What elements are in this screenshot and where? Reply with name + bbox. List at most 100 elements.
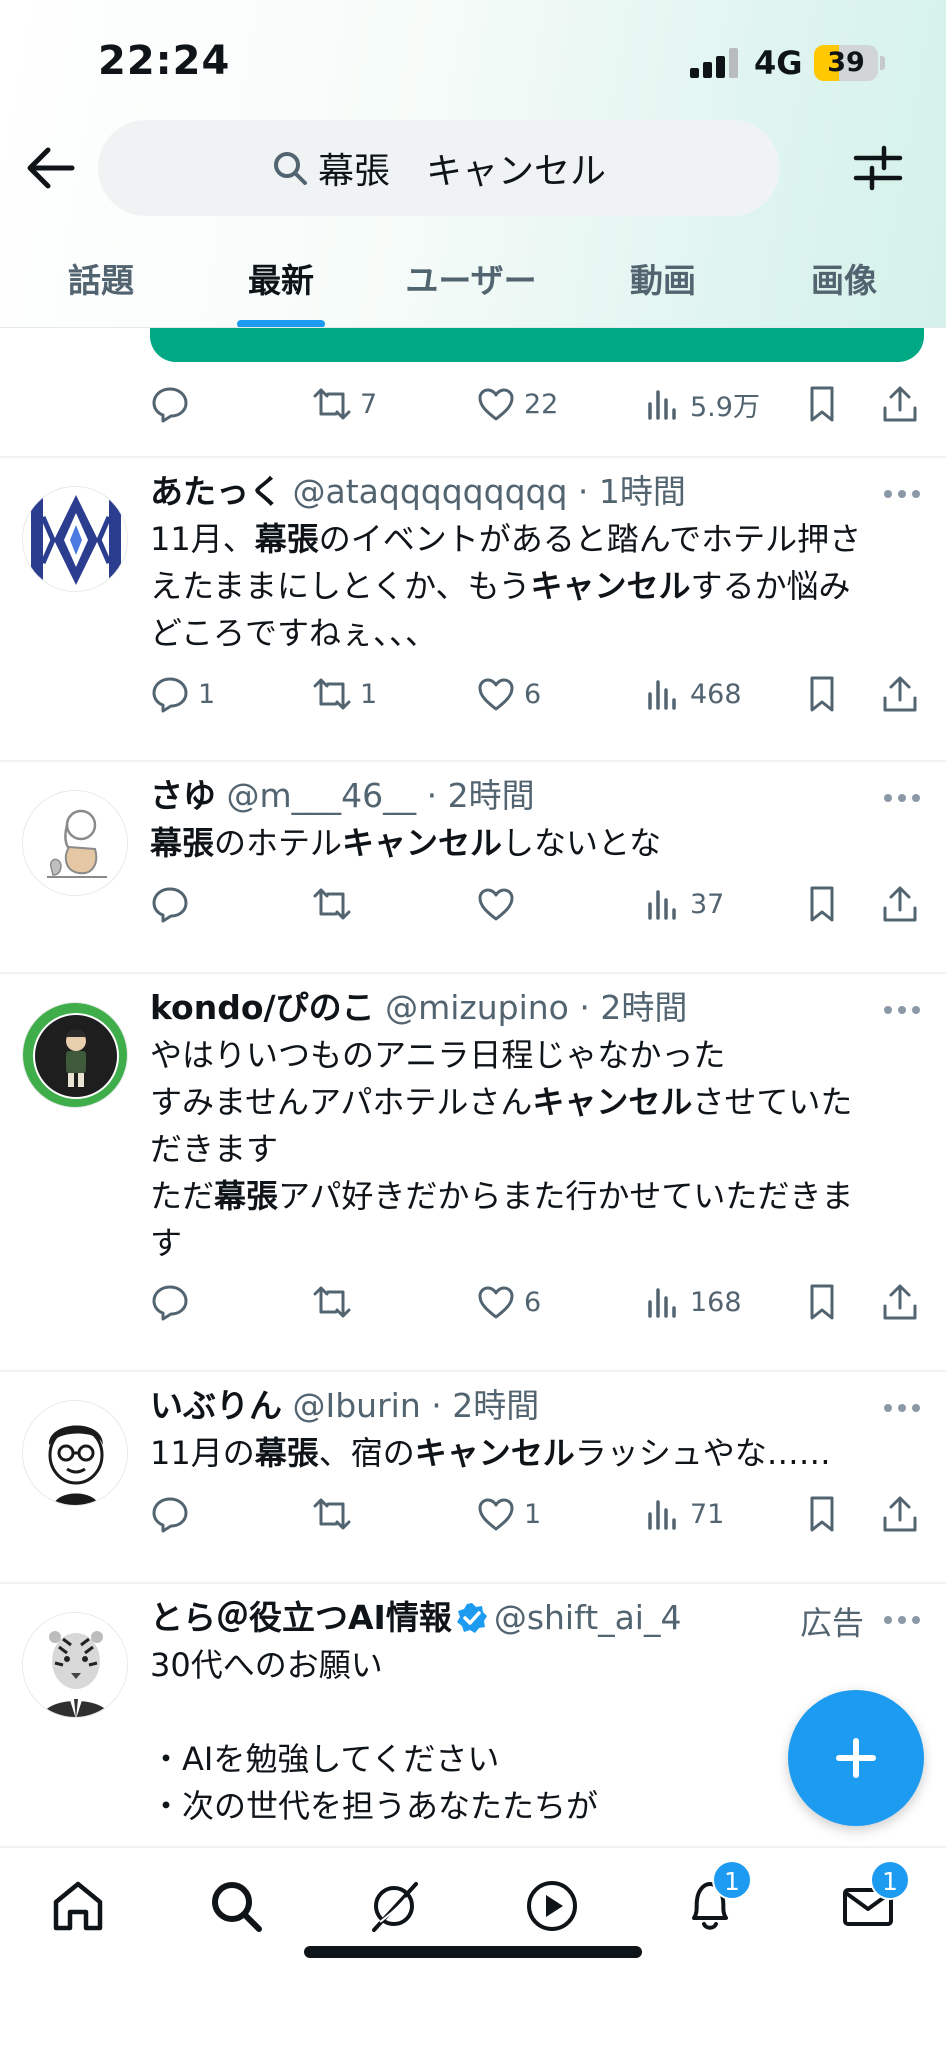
nav-search[interactable] [206,1876,266,1936]
like-button[interactable]: 22 [476,380,558,428]
tweet-meta: さゆ @m___46__ · 2時間 [150,776,535,815]
share-button[interactable] [880,1278,920,1326]
arrow-left-icon [27,147,75,189]
nav-messages[interactable]: 1 [838,1860,910,1936]
bookmark-button[interactable] [802,880,842,928]
tab-videos[interactable]: 動画 [630,254,696,302]
tweet[interactable]: あたっく @ataqqqqqqqqq · 1時間 11月、幕張のイベントがあると… [0,458,946,760]
like-button[interactable]: 1 [476,1490,541,1538]
views-button[interactable]: 37 [642,880,724,928]
retweet-button[interactable] [312,1490,352,1538]
tab-latest[interactable]: 最新 [248,254,314,302]
tweet[interactable]: kondo/ぴのこ @mizupino · 2時間 やはりいつものアニラ日程じゃ… [0,974,946,1370]
sliders-icon [853,145,903,191]
views-button[interactable]: 168 [642,1278,742,1326]
tweet-time: 2時間 [447,776,535,815]
tweet-text-line: すみませんアパホテルさんキャンセルさせていた [150,1079,920,1126]
tweet-text-line: 11月、幕張のイベントがあると踏んでホテル押さ [150,516,920,563]
bookmark-button[interactable] [802,380,842,428]
search-filter-button[interactable] [850,140,906,196]
nav-video[interactable] [522,1876,582,1936]
retweet-count: 1 [360,678,378,710]
display-name[interactable]: さゆ [150,776,216,815]
promo-card[interactable] [150,328,924,362]
search-icon [212,1882,262,1932]
display-name[interactable]: あたっく [150,472,282,511]
tab-users[interactable]: ユーザー [405,254,536,302]
more-options-icon[interactable] [884,1616,924,1628]
retweet-button[interactable]: 1 [312,670,377,718]
bookmark-icon [810,676,834,712]
display-name[interactable]: とら＠役立つAI情報 [150,1598,452,1637]
play-icon [527,1881,577,1931]
reply-button[interactable] [150,880,190,928]
view-count: 468 [690,678,742,710]
highlighted-keyword: 幕張 [254,1434,319,1472]
like-button[interactable] [476,880,516,928]
retweet-button[interactable] [312,880,352,928]
share-button[interactable] [880,670,920,718]
tweet-text: 幕張のホテルキャンセルしないとな [150,820,920,867]
tweet-previous[interactable]: 7 22 5.9万 [0,328,946,456]
like-count: 6 [524,678,542,710]
user-handle[interactable]: @Iburin [293,1386,421,1425]
battery-level: 39 [827,47,865,78]
share-icon [883,1284,917,1320]
user-handle[interactable]: @m___46__ [227,776,417,815]
share-button[interactable] [880,880,920,928]
bookmark-button[interactable] [802,1278,842,1326]
more-options-icon[interactable] [884,1404,924,1416]
highlighted-keyword: 幕張 [254,520,319,558]
nav-grok[interactable] [364,1876,424,1936]
avatar[interactable] [22,1002,128,1108]
tweet-text: 11月、幕張のイベントがあると踏んでホテル押さ えたままにしとくか、もうキャンセル… [150,516,920,657]
views-button[interactable]: 468 [642,670,742,718]
search-input[interactable]: 幕張 キャンセル [98,120,780,216]
avatar[interactable] [22,1612,128,1718]
bookmark-button[interactable] [802,670,842,718]
heart-icon [478,1286,514,1319]
reply-button[interactable] [150,1490,190,1538]
bookmark-button[interactable] [802,1490,842,1538]
ad-label: 広告 [800,1604,865,1642]
share-button[interactable] [880,380,920,428]
reply-button[interactable]: 1 [150,670,215,718]
user-handle[interactable]: @ataqqqqqqqqq [293,472,568,511]
more-options-icon[interactable] [884,1006,924,1018]
tweet[interactable]: いぶりん @Iburin · 2時間 11月の幕張、宿のキャンセルラッシュやな…… [0,1372,946,1582]
back-button[interactable] [22,140,78,196]
like-button[interactable]: 6 [476,670,541,718]
tweet-feed[interactable]: 7 22 5.9万 あたっく @ataqqqqqqqqq · 1時間 11月、幕… [0,328,946,1846]
network-type: 4G [754,44,803,82]
views-button[interactable]: 5.9万 [642,380,760,428]
reply-button[interactable] [150,1278,190,1326]
display-name[interactable]: kondo/ぴのこ [150,988,375,1027]
avatar-tiger-image [23,1613,127,1717]
user-handle[interactable]: @shift_ai_4 [494,1598,682,1637]
text-segment: しないとな [502,824,662,862]
retweet-button[interactable] [312,1278,352,1326]
tweet-meta: いぶりん @Iburin · 2時間 [150,1386,540,1425]
retweet-icon [313,1286,351,1318]
text-segment: す [150,1224,183,1262]
display-name[interactable]: いぶりん [150,1386,282,1425]
text-segment: 11月、 [150,520,255,558]
tweet-time: 2時間 [600,988,688,1027]
tab-images[interactable]: 画像 [811,254,877,302]
user-handle[interactable]: @mizupino [385,988,569,1027]
retweet-button[interactable]: 7 [312,380,377,428]
reply-button[interactable] [150,380,190,428]
compose-tweet-button[interactable] [788,1690,924,1826]
more-options-icon[interactable] [884,794,924,806]
like-button[interactable]: 6 [476,1278,541,1326]
nav-home[interactable] [48,1876,108,1936]
share-button[interactable] [880,1490,920,1538]
tab-trending[interactable]: 話題 [68,254,134,302]
retweet-icon [313,678,351,710]
home-icon [53,1881,103,1931]
tweet[interactable]: さゆ @m___46__ · 2時間 幕張のホテルキャンセルしないとな 37 [0,762,946,972]
nav-notifications[interactable]: 1 [680,1860,752,1936]
views-button[interactable]: 71 [642,1490,724,1538]
more-options-icon[interactable] [884,490,924,502]
avatar[interactable] [22,486,128,592]
